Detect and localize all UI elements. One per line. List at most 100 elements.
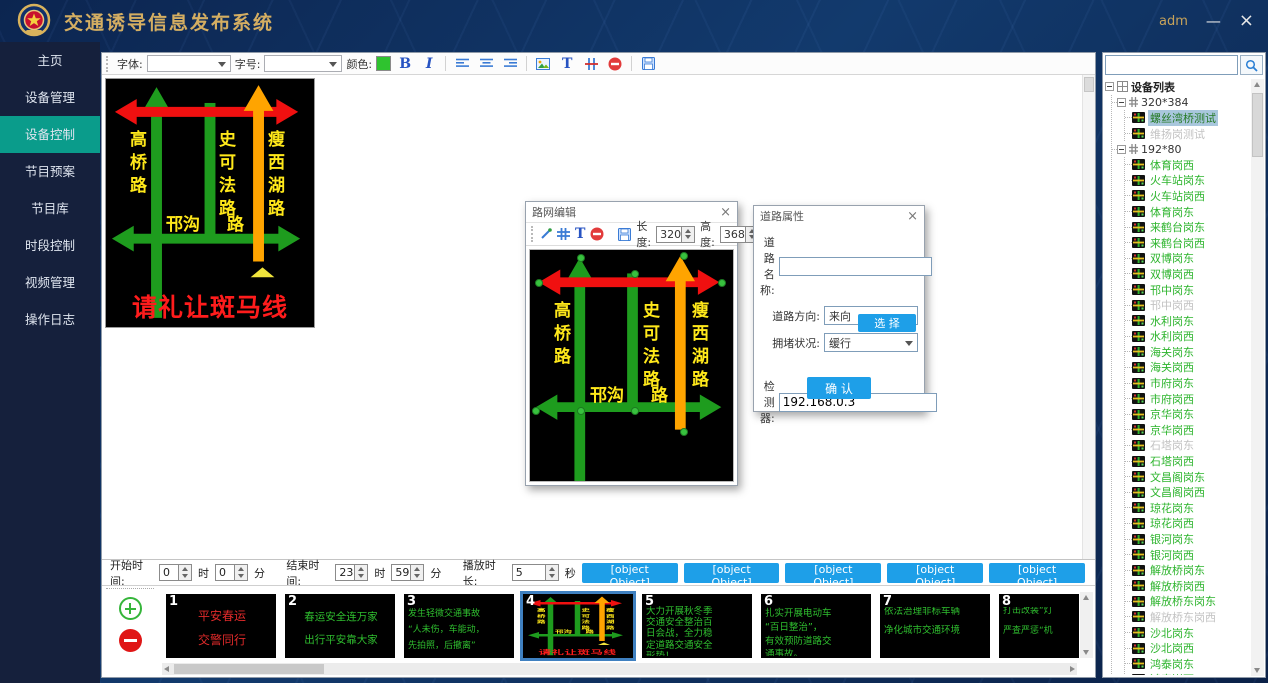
add-program-button[interactable]	[119, 597, 142, 620]
dialog-close-icon[interactable]: ×	[907, 209, 918, 224]
confirm-button[interactable]: 确 认	[807, 377, 871, 399]
sidebar-item[interactable]: 主页	[0, 42, 100, 79]
device-tree-item[interactable]: 石塔岗西	[1125, 453, 1250, 469]
road-edit-canvas[interactable]: 高桥路 史可法路 瘦西湖路 邗沟 路	[529, 249, 734, 482]
scroll-left-icon[interactable]	[164, 666, 169, 672]
length-spinner[interactable]: 320	[656, 226, 695, 243]
end-hour-spinner[interactable]: 23	[335, 564, 368, 581]
edit-handle[interactable]	[535, 279, 543, 287]
sidebar-item[interactable]: 设备管理	[0, 79, 100, 116]
action-button[interactable]: [object Object]	[582, 563, 678, 583]
device-tree-item[interactable]: 邗中岗东	[1125, 282, 1250, 298]
device-tree-item[interactable]: 银河岗西	[1125, 547, 1250, 563]
device-tree-item[interactable]: 鸿泰岗东	[1125, 656, 1250, 672]
spinner-buttons[interactable]	[682, 226, 695, 243]
end-minute-spinner[interactable]: 59	[391, 564, 424, 581]
insert-image-button[interactable]	[533, 55, 553, 73]
scrollbar-thumb[interactable]	[1252, 93, 1263, 157]
bold-button[interactable]: B	[395, 55, 415, 73]
save-button[interactable]	[618, 225, 631, 243]
tree-group[interactable]: 192*80	[1112, 141, 1250, 157]
device-tree-item[interactable]: 琼花岗东	[1125, 500, 1250, 516]
action-button[interactable]: [object Object]	[887, 563, 983, 583]
device-tree-item[interactable]: 沙北岗东	[1125, 625, 1250, 641]
program-v-scrollbar[interactable]	[1080, 592, 1093, 658]
device-tree-item[interactable]: 维扬岗测试	[1125, 126, 1250, 142]
spinner-buttons[interactable]	[235, 564, 248, 581]
device-tree-item[interactable]: 沙北岗西	[1125, 640, 1250, 656]
italic-button[interactable]: I	[419, 55, 439, 73]
design-canvas[interactable]: 高桥路 史可法路 瘦西湖路 邗沟 路 请礼让斑马线 路网编辑 ×	[102, 75, 1095, 559]
edit-handle[interactable]	[631, 270, 639, 278]
device-tree-item[interactable]: 解放桥东岗西	[1125, 609, 1250, 625]
edit-handle[interactable]	[577, 407, 585, 415]
search-button[interactable]	[1240, 55, 1263, 75]
device-tree-item[interactable]: 解放桥岗东	[1125, 562, 1250, 578]
select-detector-button[interactable]: 选 择	[858, 314, 916, 332]
toolbar-grip-handle[interactable]	[106, 56, 111, 72]
remove-program-button[interactable]	[119, 629, 142, 652]
collapse-icon[interactable]	[1105, 82, 1114, 91]
device-tree-item[interactable]: 鸿泰岗西	[1125, 672, 1250, 675]
dialog-close-icon[interactable]: ×	[720, 205, 731, 220]
device-tree-item[interactable]: 火车站岗西	[1125, 188, 1250, 204]
prohibit-button[interactable]	[605, 55, 625, 73]
device-tree-item[interactable]: 水利岗西	[1125, 329, 1250, 345]
sidebar-item[interactable]: 时段控制	[0, 227, 100, 264]
device-tree-item[interactable]: 文昌阁岗西	[1125, 484, 1250, 500]
road-network-button[interactable]	[581, 55, 601, 73]
device-tree-item[interactable]: 水利岗东	[1125, 313, 1250, 329]
edit-handle[interactable]	[577, 254, 585, 262]
edit-handle[interactable]	[680, 428, 688, 436]
close-button[interactable]: ×	[1239, 12, 1254, 30]
start-minute-spinner[interactable]: 0	[215, 564, 248, 581]
action-button[interactable]: [object Object]	[785, 563, 881, 583]
dialog-titlebar[interactable]: 道路属性 ×	[754, 206, 924, 226]
device-tree-item[interactable]: 市府岗东	[1125, 375, 1250, 391]
device-tree-item[interactable]: 京华岗西	[1125, 422, 1250, 438]
program-thumbnail[interactable]: 7 依法治理非标车辆 净化城市交通环境	[880, 594, 990, 658]
device-tree-item[interactable]: 市府岗西	[1125, 391, 1250, 407]
edit-handle[interactable]	[631, 407, 639, 415]
device-tree-item[interactable]: 来鹤台岗西	[1125, 235, 1250, 251]
scrollbar-thumb[interactable]	[174, 664, 324, 674]
spinner-buttons[interactable]	[411, 564, 424, 581]
sidebar-item[interactable]: 视频管理	[0, 264, 100, 301]
device-tree-item[interactable]: 双博岗东	[1125, 251, 1250, 267]
device-tree-item[interactable]: 来鹤台岗东	[1125, 219, 1250, 235]
program-thumbnail[interactable]: 2 春运安全连万家 出行平安靠大家	[285, 594, 395, 658]
edit-handle[interactable]	[532, 407, 540, 415]
action-button[interactable]: [object Object]	[989, 563, 1085, 583]
sidebar-item[interactable]: 节目预案	[0, 153, 100, 190]
road-name-input[interactable]	[779, 257, 932, 276]
scroll-down-icon[interactable]	[1254, 668, 1260, 673]
minimize-button[interactable]: —	[1206, 14, 1221, 29]
program-h-scrollbar[interactable]	[162, 663, 1077, 675]
device-tree-item[interactable]: 石塔岗东	[1125, 438, 1250, 454]
spinner-buttons[interactable]	[179, 564, 192, 581]
program-thumbnail[interactable]: 8 打击改装“灯 严查严惩“机	[999, 594, 1079, 658]
device-search-input[interactable]	[1105, 55, 1238, 75]
device-tree-item[interactable]: 解放桥岗西	[1125, 578, 1250, 594]
program-thumbnail[interactable]: 6 扎实开展电动车 “百日整治”， 有效预防道路交 通事故。	[761, 594, 871, 658]
align-center-button[interactable]	[476, 55, 496, 73]
program-thumbnail[interactable]: 1 平安春运 交警同行	[166, 594, 276, 658]
spinner-buttons[interactable]	[355, 564, 368, 581]
device-tree-item[interactable]: 文昌阁岗东	[1125, 469, 1250, 485]
program-thumbnail[interactable]: 3 发生轻微交通事故 “人未伤，车能动， 先拍照，后撤离”	[404, 594, 514, 658]
collapse-icon[interactable]	[1117, 98, 1126, 107]
canvas-v-scrollbar[interactable]	[1082, 75, 1095, 559]
scrollbar-thumb[interactable]	[1084, 77, 1094, 92]
device-tree-item[interactable]: 解放桥东岗东	[1125, 594, 1250, 610]
sidebar-item[interactable]: 设备控制	[0, 116, 100, 153]
scroll-up-icon[interactable]	[1083, 595, 1089, 600]
edit-handle[interactable]	[680, 252, 688, 260]
scroll-down-icon[interactable]	[1083, 650, 1089, 655]
tree-root[interactable]: 设备列表	[1105, 79, 1250, 95]
align-right-button[interactable]	[500, 55, 520, 73]
save-button[interactable]	[638, 55, 658, 73]
road-tool-button[interactable]	[557, 225, 570, 243]
text-tool-button[interactable]: T	[575, 225, 585, 243]
congestion-select[interactable]: 缓行	[824, 333, 918, 352]
device-tree-item[interactable]: 火车站岗东	[1125, 173, 1250, 189]
